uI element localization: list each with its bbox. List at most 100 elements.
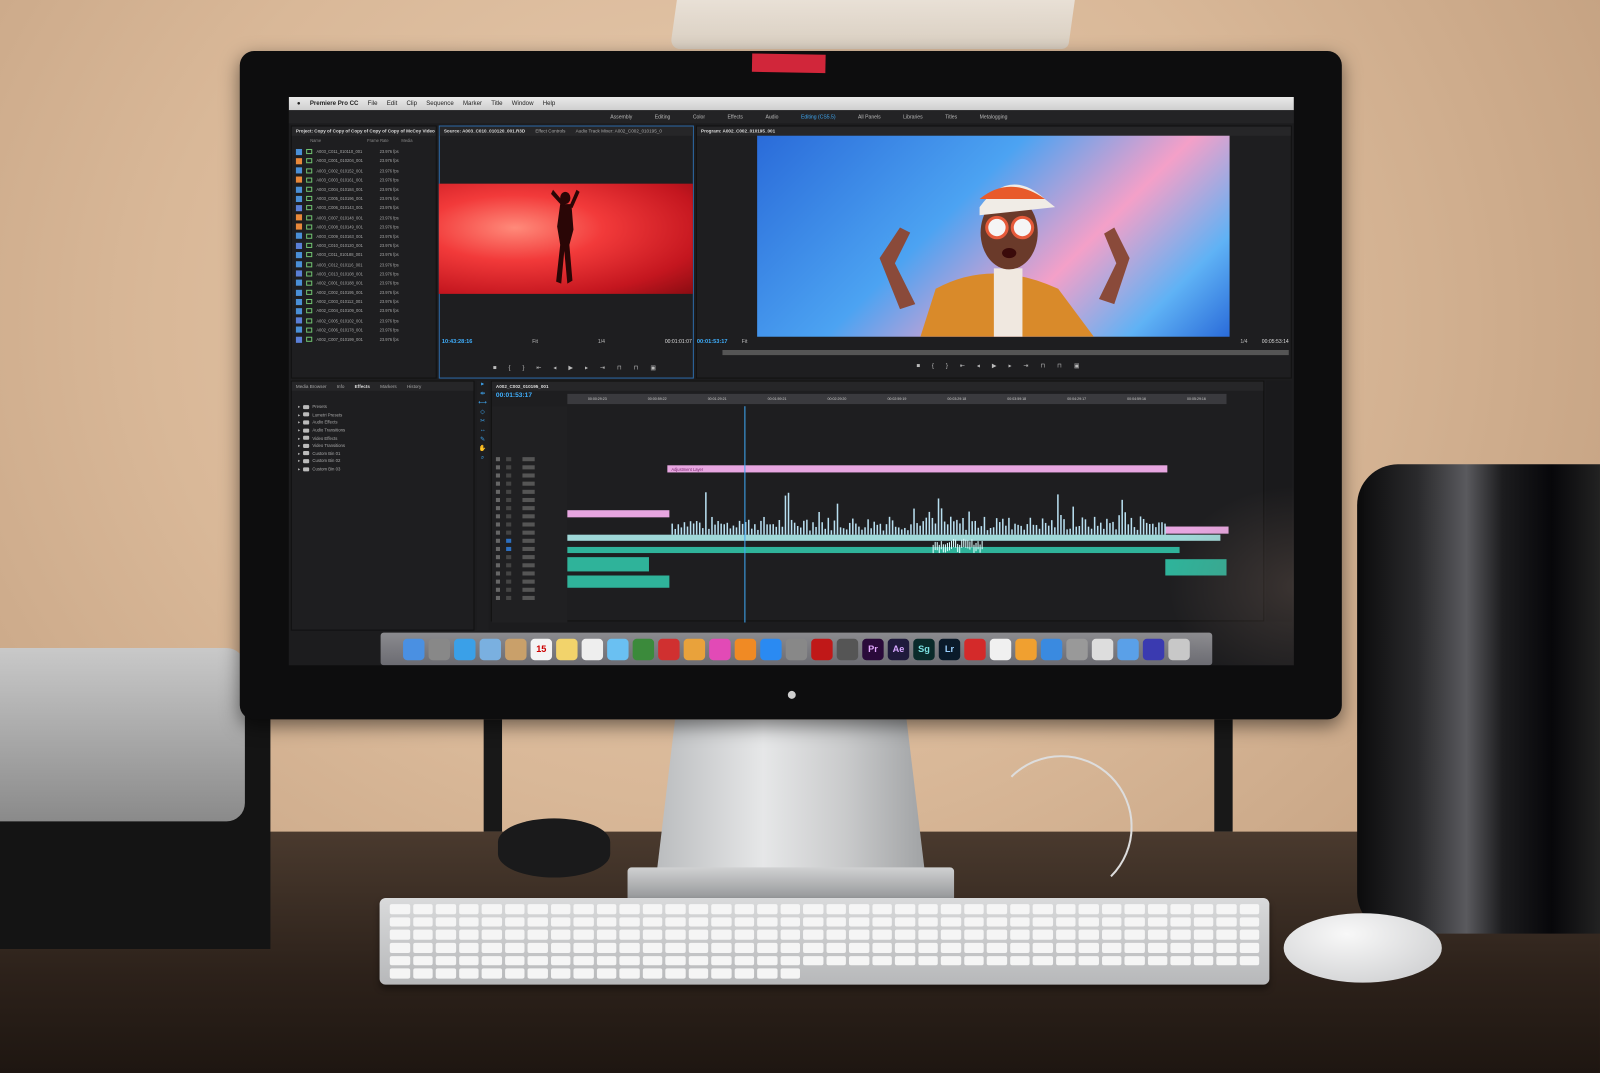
- video-clip-segment[interactable]: [769, 524, 771, 535]
- effects-folder[interactable]: ▸ Presets: [298, 403, 467, 411]
- video-clip-segment[interactable]: [787, 492, 790, 535]
- list-item[interactable]: A002_C007_010199_001 23.976 fps: [295, 335, 432, 344]
- video-clip-segment[interactable]: [1090, 528, 1093, 535]
- track-lock-icon[interactable]: [495, 555, 500, 560]
- effects-folder[interactable]: ▸ Audio Effects: [298, 419, 467, 427]
- video-clip-segment[interactable]: [671, 523, 673, 535]
- video-clip-segment[interactable]: [1103, 528, 1105, 535]
- video-clip-segment[interactable]: [729, 528, 732, 535]
- video-clip-segment[interactable]: [711, 516, 713, 535]
- video-clip-segment[interactable]: [686, 526, 689, 535]
- program-resolution-dropdown[interactable]: 1/4: [1240, 339, 1247, 345]
- video-clip-segment[interactable]: [827, 517, 830, 535]
- video-clip-segment[interactable]: [1118, 515, 1120, 535]
- audio-waveform[interactable]: [973, 544, 975, 553]
- dock-system-prefs-icon[interactable]: [1066, 638, 1088, 660]
- expand-arrow-icon[interactable]: ▸: [298, 428, 300, 433]
- video-clip-segment[interactable]: [953, 521, 955, 535]
- dock-after-effects-icon[interactable]: Ae: [887, 638, 910, 660]
- audio-clip[interactable]: [567, 575, 670, 588]
- video-clip-segment[interactable]: [1148, 523, 1151, 535]
- audio-clip[interactable]: [567, 557, 649, 572]
- audio-waveform[interactable]: [971, 539, 973, 548]
- audio-waveform[interactable]: [957, 543, 959, 553]
- dock-document-icon[interactable]: [1142, 638, 1165, 660]
- menu-title[interactable]: Title: [491, 101, 502, 107]
- video-clip-segment[interactable]: [845, 529, 848, 535]
- dock-preview-icon[interactable]: [1091, 638, 1114, 660]
- video-clip-segment[interactable]: [784, 495, 787, 535]
- track-toggle-icon[interactable]: [522, 571, 535, 576]
- audio-waveform[interactable]: [963, 538, 965, 547]
- dock-preferences-icon[interactable]: [785, 638, 808, 660]
- track-toggle-icon[interactable]: [522, 530, 535, 535]
- video-clip-segment[interactable]: [870, 528, 872, 535]
- video-clip-segment[interactable]: [974, 520, 977, 535]
- list-item[interactable]: A003_C011_010188_001 23.976 fps: [295, 250, 432, 259]
- video-clip-segment[interactable]: [867, 519, 869, 535]
- track-lock-icon[interactable]: [495, 530, 500, 535]
- video-clip-segment[interactable]: [683, 522, 686, 535]
- video-clip-segment[interactable]: [809, 530, 811, 535]
- adjustment-layer-clip[interactable]: [667, 465, 1168, 473]
- dock-trash-icon[interactable]: [1168, 638, 1190, 660]
- video-clip-segment[interactable]: [674, 528, 677, 535]
- video-clip-segment[interactable]: [943, 521, 946, 535]
- track-target[interactable]: [506, 530, 512, 535]
- video-clip-segment[interactable]: [910, 524, 912, 535]
- dock-safari-icon[interactable]: [454, 638, 476, 660]
- video-clip-segment[interactable]: [1029, 517, 1032, 535]
- dock-app-store-icon[interactable]: [760, 638, 782, 660]
- track-lock-icon[interactable]: [495, 497, 500, 503]
- workspace-tab[interactable]: Color: [693, 114, 705, 120]
- track-target[interactable]: [506, 514, 512, 519]
- video-clip-segment[interactable]: [1081, 517, 1084, 535]
- video-clip-segment[interactable]: [977, 527, 980, 535]
- expand-arrow-icon[interactable]: ▸: [298, 412, 300, 417]
- video-clip-segment[interactable]: [949, 516, 952, 535]
- video-clip-segment[interactable]: [772, 524, 774, 535]
- video-clip-segment[interactable]: [1158, 522, 1160, 535]
- dock-notes-icon[interactable]: [556, 638, 578, 660]
- video-clip-segment[interactable]: [793, 522, 796, 535]
- video-clip-segment[interactable]: [1096, 525, 1099, 535]
- video-clip-segment[interactable]: [775, 526, 778, 535]
- track-toggle-icon[interactable]: [522, 457, 535, 462]
- workspace-tab[interactable]: Metalogging: [980, 114, 1008, 120]
- video-clip-segment[interactable]: [732, 525, 735, 535]
- video-clip-segment[interactable]: [861, 529, 863, 535]
- video-clip-segment[interactable]: [1121, 499, 1123, 535]
- audio-waveform[interactable]: [953, 539, 955, 548]
- video-clip-segment[interactable]: [830, 530, 833, 535]
- video-clip-segment[interactable]: [1084, 519, 1087, 535]
- video-clip-segment[interactable]: [1127, 524, 1130, 535]
- track-toggle-icon[interactable]: [522, 497, 535, 503]
- effects-panel-tab[interactable]: History: [407, 384, 421, 389]
- video-clip-segment[interactable]: [864, 527, 866, 535]
- track-lock-icon[interactable]: [495, 538, 500, 543]
- dock-reminders-icon[interactable]: [581, 638, 604, 660]
- video-clip-segment[interactable]: [698, 522, 701, 535]
- audio-waveform[interactable]: [936, 542, 938, 551]
- audio-waveform[interactable]: [955, 539, 957, 548]
- video-clip-segment[interactable]: [1060, 515, 1062, 535]
- dock-facetime-icon[interactable]: [632, 638, 655, 660]
- workspace-tab[interactable]: Assembly: [610, 114, 632, 120]
- audio-waveform[interactable]: [975, 542, 977, 552]
- source-timecode[interactable]: 10:43:28:16: [442, 339, 473, 345]
- dock-photobooth-icon[interactable]: [658, 638, 680, 660]
- video-clip-segment[interactable]: [720, 523, 722, 535]
- audio-waveform[interactable]: [965, 539, 967, 548]
- workspace-tab[interactable]: Editing (CS5.5): [801, 114, 836, 120]
- video-clip-segment[interactable]: [717, 521, 719, 535]
- list-item[interactable]: A002_C006_010178_001 23.976 fps: [295, 325, 432, 334]
- dock-appstore2-icon[interactable]: [1040, 638, 1063, 660]
- video-clip-segment[interactable]: [989, 527, 992, 535]
- video-clip-segment[interactable]: [980, 526, 983, 535]
- video-clip-segment[interactable]: [839, 527, 842, 535]
- video-clip-segment[interactable]: [986, 530, 989, 535]
- source-panel-tab[interactable]: Audio Track Mixer: A002_C002_010195_0: [576, 129, 662, 134]
- dock-messages-icon[interactable]: [607, 638, 629, 660]
- menu-sequence[interactable]: Sequence: [426, 101, 454, 107]
- source-fit-dropdown[interactable]: Fit: [532, 339, 538, 345]
